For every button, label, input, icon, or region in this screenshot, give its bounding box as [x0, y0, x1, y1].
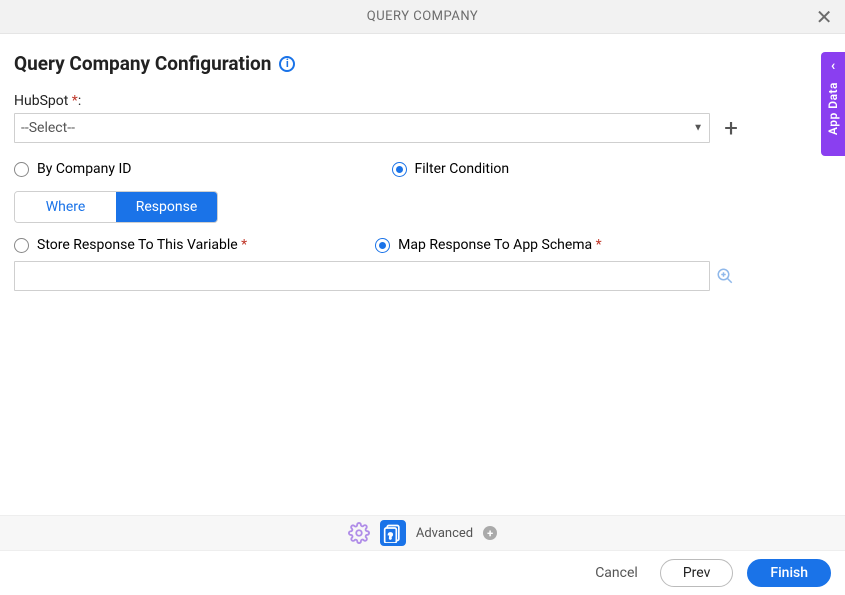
response-target-row	[14, 261, 831, 291]
add-hubspot-button[interactable]: +	[720, 117, 742, 139]
radio-store-response[interactable]: Store Response To This Variable *	[14, 237, 247, 253]
content-area: Query Company Configuration i HubSpot *:…	[0, 34, 845, 291]
hubspot-select[interactable]: --Select-- ▼	[14, 113, 710, 143]
zoom-icon[interactable]	[716, 267, 734, 285]
colon: :	[78, 93, 81, 109]
toggle-response-label: Response	[136, 199, 198, 215]
doc-help-icon[interactable]: ?	[380, 520, 406, 546]
chevron-left-icon: ‹	[831, 58, 835, 74]
hubspot-label-text: HubSpot	[14, 93, 68, 109]
where-response-toggle: Where Response	[14, 191, 218, 223]
hubspot-field: HubSpot *: --Select-- ▼ +	[14, 93, 831, 143]
radio-icon	[375, 238, 390, 253]
radio-by-company-id[interactable]: By Company ID	[14, 161, 132, 177]
prev-button[interactable]: Prev	[660, 559, 734, 587]
radio-map-response[interactable]: Map Response To App Schema *	[375, 237, 602, 253]
info-icon[interactable]: i	[279, 56, 295, 72]
radio-label: Map Response To App Schema *	[398, 237, 602, 253]
required-asterisk: *	[596, 237, 602, 253]
gear-icon[interactable]	[348, 522, 370, 544]
app-data-side-tab[interactable]: ‹ App Data	[821, 52, 845, 156]
radio-label-text: Map Response To App Schema	[398, 237, 592, 253]
radio-label: Store Response To This Variable *	[37, 237, 247, 253]
bottom-toolbar: ? Advanced +	[0, 515, 845, 551]
finish-button[interactable]: Finish	[747, 559, 831, 587]
response-target-input[interactable]	[14, 261, 710, 291]
advanced-label[interactable]: Advanced	[416, 526, 473, 541]
toggle-where[interactable]: Where	[15, 192, 116, 222]
advanced-plus-icon[interactable]: +	[483, 526, 497, 540]
page-title-text: Query Company Configuration	[14, 52, 271, 75]
response-mode-radio-group: Store Response To This Variable * Map Re…	[14, 237, 831, 253]
radio-icon	[392, 162, 407, 177]
radio-label-text: Store Response To This Variable	[37, 237, 238, 253]
side-tab-label: App Data	[826, 82, 840, 135]
page-title: Query Company Configuration i	[14, 52, 831, 75]
query-mode-radio-group: By Company ID Filter Condition	[14, 161, 831, 177]
footer-buttons: Cancel Prev Finish	[0, 551, 845, 595]
radio-label: Filter Condition	[415, 161, 510, 177]
modal-title: QUERY COMPANY	[367, 9, 478, 24]
close-icon[interactable]: ✕	[816, 7, 833, 27]
radio-icon	[14, 238, 29, 253]
radio-label: By Company ID	[37, 161, 132, 177]
toggle-response[interactable]: Response	[116, 192, 217, 222]
modal-header: QUERY COMPANY ✕	[0, 0, 845, 34]
svg-text:?: ?	[388, 532, 392, 542]
hubspot-label: HubSpot *:	[14, 93, 831, 109]
required-asterisk: *	[241, 237, 247, 253]
radio-icon	[14, 162, 29, 177]
toggle-where-label: Where	[46, 199, 86, 215]
hubspot-select-value: --Select--	[21, 120, 75, 136]
cancel-button[interactable]: Cancel	[587, 559, 646, 587]
chevron-down-icon: ▼	[693, 123, 703, 134]
radio-filter-condition[interactable]: Filter Condition	[392, 161, 510, 177]
